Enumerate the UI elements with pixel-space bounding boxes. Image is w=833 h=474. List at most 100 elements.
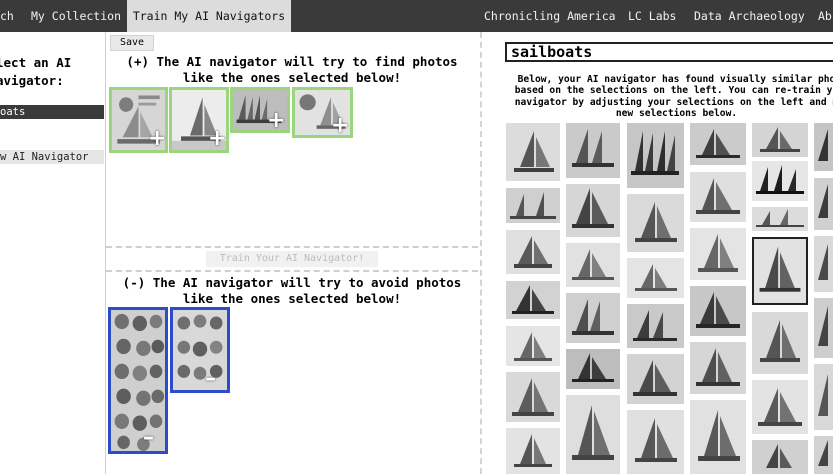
result-thumb[interactable] xyxy=(566,123,620,178)
nav-chronicling-america-label: Chronicling America xyxy=(484,9,616,23)
sailboat-photo-image xyxy=(754,239,806,303)
result-thumb[interactable] xyxy=(752,161,808,201)
sailboat-photo-image xyxy=(752,312,808,374)
panel-divider xyxy=(480,32,482,474)
result-thumb[interactable] xyxy=(506,428,560,474)
navigator-sidebar: lect an AI avigator: oats w AI Navigator xyxy=(0,32,106,474)
sailboat-photo-image xyxy=(627,410,684,474)
sidebar-item-label: oats xyxy=(0,106,26,118)
positive-selection-thumb[interactable]: + xyxy=(292,87,353,138)
result-thumb[interactable] xyxy=(566,395,620,474)
sailboat-photo-image xyxy=(627,258,684,298)
result-thumb[interactable] xyxy=(752,123,808,157)
result-thumb[interactable] xyxy=(506,123,560,181)
sailboat-photo-image xyxy=(814,123,833,171)
result-thumb[interactable] xyxy=(566,184,620,237)
result-thumb[interactable] xyxy=(690,342,746,394)
nav-search[interactable]: ch xyxy=(0,0,20,32)
section-divider xyxy=(106,246,478,248)
add-icon[interactable]: + xyxy=(148,128,165,150)
train-navigator-button[interactable]: Train Your AI Navigator! xyxy=(206,251,378,267)
nav-lc-labs[interactable]: LC Labs xyxy=(628,0,676,32)
sailboat-photo-image xyxy=(627,354,684,404)
sailboat-photo-image xyxy=(506,123,560,181)
result-thumb[interactable] xyxy=(752,237,808,305)
nav-lc-labs-label: LC Labs xyxy=(628,9,677,23)
negative-section-title: (-) The AI navigator will try to avoid p… xyxy=(122,275,462,306)
result-thumb[interactable] xyxy=(690,286,746,336)
sailboat-photo-image xyxy=(752,207,808,231)
result-thumb[interactable] xyxy=(627,194,684,252)
new-navigator-button[interactable]: w AI Navigator xyxy=(0,150,104,164)
positive-selection-thumb[interactable]: + xyxy=(109,87,168,153)
sailboat-photo-image xyxy=(506,326,560,366)
positive-selection-thumb[interactable]: + xyxy=(169,87,229,153)
sailboat-photo-image xyxy=(752,161,808,201)
result-thumb[interactable] xyxy=(566,243,620,287)
result-thumb[interactable] xyxy=(566,293,620,343)
result-thumb[interactable] xyxy=(506,230,560,274)
result-thumb[interactable] xyxy=(690,172,746,222)
sailboat-photo-image xyxy=(752,440,808,474)
result-thumb[interactable] xyxy=(690,123,746,165)
result-thumb[interactable] xyxy=(814,436,833,474)
sailboat-photo-image xyxy=(814,436,833,474)
result-thumb[interactable] xyxy=(627,354,684,404)
sailboat-photo-image xyxy=(627,304,684,348)
add-icon[interactable]: + xyxy=(267,110,285,131)
result-thumb[interactable] xyxy=(752,312,808,374)
result-thumb[interactable] xyxy=(506,281,560,319)
add-icon[interactable]: + xyxy=(208,128,226,150)
results-panel: sailboats Below, your AI navigator has f… xyxy=(484,32,833,474)
result-thumb[interactable] xyxy=(814,123,833,171)
add-icon[interactable]: + xyxy=(331,115,349,136)
nav-train[interactable]: Train My AI Navigators xyxy=(127,0,291,32)
remove-icon[interactable]: – xyxy=(205,368,216,390)
sailboat-photo-image xyxy=(690,228,746,280)
sailboat-photo-image xyxy=(752,380,808,434)
negative-selection-thumb[interactable]: – xyxy=(170,307,230,393)
sailboat-photo-image xyxy=(506,188,560,223)
result-thumb[interactable] xyxy=(752,440,808,474)
sailboat-photo-image xyxy=(506,281,560,319)
sailboat-photo-image xyxy=(814,236,833,292)
negative-selection-thumb[interactable]: – xyxy=(108,307,168,454)
sailboat-photo-image xyxy=(627,194,684,252)
result-thumb[interactable] xyxy=(814,298,833,358)
team-portraits-image xyxy=(173,310,227,390)
sidebar-item-selected-navigator[interactable]: oats xyxy=(0,105,104,119)
result-thumb[interactable] xyxy=(627,123,684,188)
result-thumb[interactable] xyxy=(752,380,808,434)
result-thumb[interactable] xyxy=(627,304,684,348)
result-thumb[interactable] xyxy=(506,188,560,223)
navigator-query-field[interactable]: sailboats xyxy=(505,42,833,62)
save-button[interactable]: Save xyxy=(110,35,155,51)
nav-data-archaeology[interactable]: Data Archaeology xyxy=(694,0,805,32)
result-thumb[interactable] xyxy=(814,236,833,292)
positive-selection-thumb[interactable]: + xyxy=(230,87,290,133)
result-thumb[interactable] xyxy=(690,228,746,280)
result-thumb[interactable] xyxy=(814,178,833,230)
result-thumb[interactable] xyxy=(506,326,560,366)
result-thumb[interactable] xyxy=(752,207,808,231)
sailboat-photo-image xyxy=(566,293,620,343)
sailboat-photo-image xyxy=(814,364,833,430)
section-divider xyxy=(106,270,478,272)
sailboat-photo-image xyxy=(566,243,620,287)
positive-section-title: (+) The AI navigator will try to find ph… xyxy=(126,54,458,85)
result-thumb[interactable] xyxy=(566,349,620,389)
nav-about-label: Ab xyxy=(818,9,832,23)
remove-icon[interactable]: – xyxy=(143,427,154,449)
result-thumb[interactable] xyxy=(690,400,746,474)
nav-train-label: Train My AI Navigators xyxy=(132,9,286,23)
sailboat-photo-image xyxy=(506,428,560,474)
nav-about[interactable]: Ab xyxy=(818,0,832,32)
sailboat-photo-image xyxy=(506,372,560,422)
result-thumb[interactable] xyxy=(627,410,684,474)
nav-chronicling-america[interactable]: Chronicling America xyxy=(484,0,616,32)
result-thumb[interactable] xyxy=(814,364,833,430)
nav-my-collection[interactable]: My Collection xyxy=(31,0,121,32)
result-thumb[interactable] xyxy=(506,372,560,422)
nav-search-label: ch xyxy=(0,9,14,23)
result-thumb[interactable] xyxy=(627,258,684,298)
